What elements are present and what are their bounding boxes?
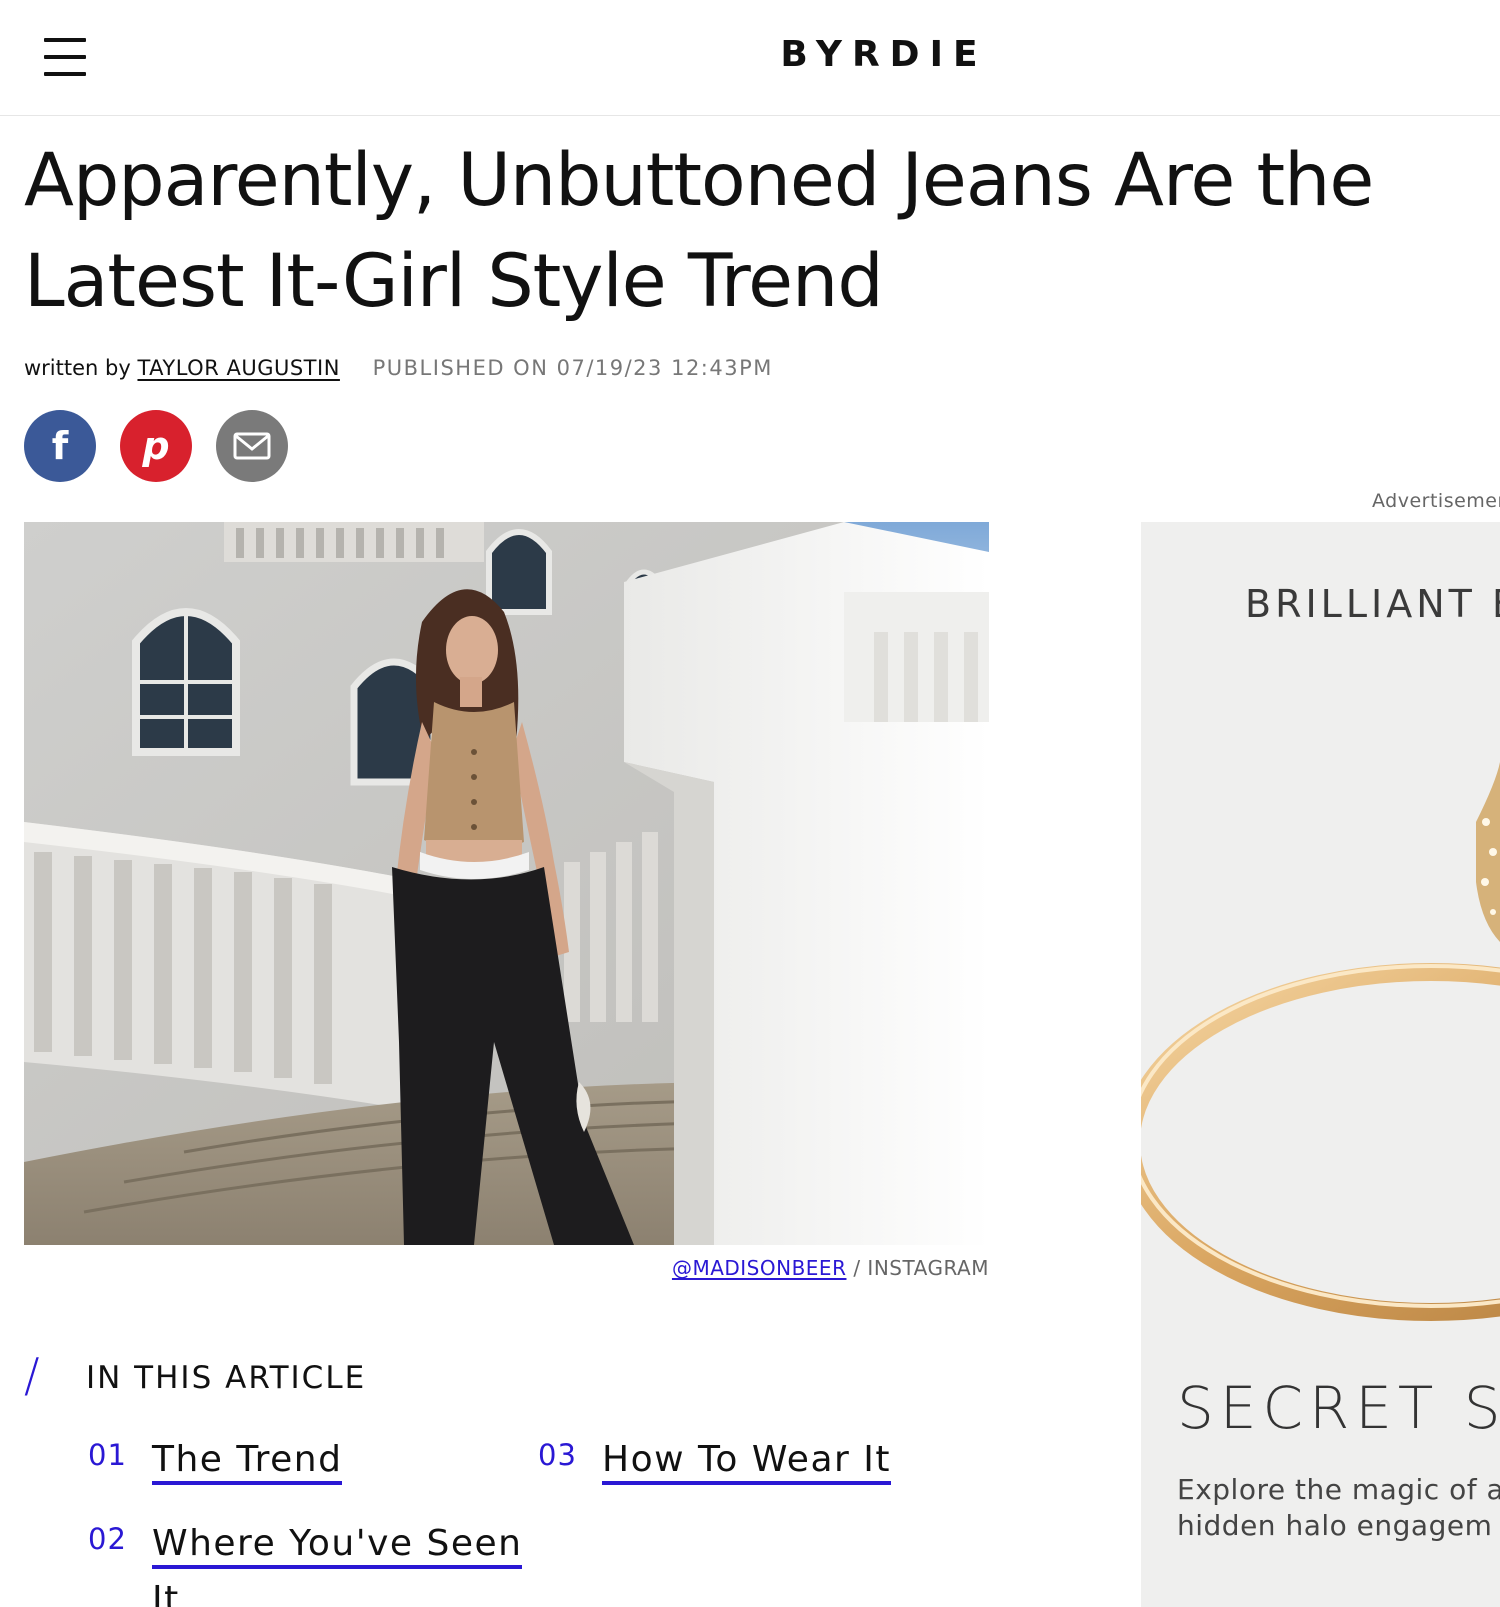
- toc-item-label-line-1: Where You've Seen: [152, 1523, 523, 1569]
- author-link[interactable]: TAYLOR AUGUSTIN: [137, 356, 339, 380]
- article-title-line-2: Latest It-Girl Style Trend: [24, 239, 884, 324]
- toc-item-label: How To Wear It: [602, 1439, 891, 1485]
- toc-heading: IN THIS ARTICLE: [86, 1360, 367, 1396]
- byline-prefix: written by: [24, 356, 131, 380]
- pinterest-share-button[interactable]: p: [120, 410, 192, 482]
- credit-source: / INSTAGRAM: [853, 1256, 989, 1280]
- site-header: BYRDIE: [0, 0, 1500, 116]
- toc-item-number: 03: [538, 1438, 577, 1472]
- ad-body-line-2: hidden halo engagem: [1177, 1509, 1493, 1542]
- ad-body-line-1: Explore the magic of a: [1177, 1473, 1500, 1506]
- ad-body: Explore the magic of a hidden halo engag…: [1177, 1472, 1500, 1544]
- ad-label: Advertisement: [1372, 490, 1500, 512]
- hero-image: [24, 522, 989, 1245]
- toc-slash: /: [24, 1348, 40, 1402]
- toc-item-number: 02: [88, 1522, 127, 1556]
- publish-date: PUBLISHED ON 07/19/23 12:43PM: [372, 356, 773, 380]
- facebook-share-button[interactable]: f: [24, 410, 96, 482]
- pinterest-icon: p: [142, 424, 170, 468]
- byline: written by TAYLOR AUGUSTIN PUBLISHED ON …: [24, 356, 773, 380]
- article-title-line-1: Apparently, Unbuttoned Jeans Are the: [24, 138, 1374, 223]
- toc-item-how-to-wear-it[interactable]: 03 How To Wear It: [538, 1432, 938, 1492]
- email-share-button[interactable]: [216, 410, 288, 482]
- toc-item-number: 01: [88, 1438, 127, 1472]
- toc-item-label-wrap: How To Wear It: [602, 1432, 891, 1488]
- toc-item-the-trend[interactable]: 01 The Trend: [88, 1432, 488, 1492]
- toc-item-label: The Trend: [152, 1439, 343, 1485]
- facebook-icon: f: [51, 424, 69, 468]
- toc-item-label-wrap: Where You've Seen It: [152, 1516, 523, 1607]
- ad-headline-bottom: SECRET SI: [1177, 1374, 1500, 1442]
- hero-photo: [24, 522, 989, 1245]
- article-title: Apparently, Unbuttoned Jeans Are the Lat…: [24, 130, 1500, 332]
- toc-item-label-wrap: The Trend: [152, 1432, 343, 1488]
- mail-icon: [233, 432, 271, 460]
- advertisement[interactable]: BRILLIANT E SECRET SI Explore the magic …: [1141, 522, 1500, 1607]
- credit-link[interactable]: @MADISONBEER: [672, 1256, 847, 1280]
- toc-item-where-youve-seen-it[interactable]: 02 Where You've Seen It: [88, 1516, 528, 1607]
- ring-image: [1141, 762, 1500, 1321]
- site-logo[interactable]: BYRDIE: [0, 34, 1500, 75]
- toc-item-label-line-2: It: [152, 1579, 180, 1607]
- image-credit: @MADISONBEER / INSTAGRAM: [24, 1256, 989, 1280]
